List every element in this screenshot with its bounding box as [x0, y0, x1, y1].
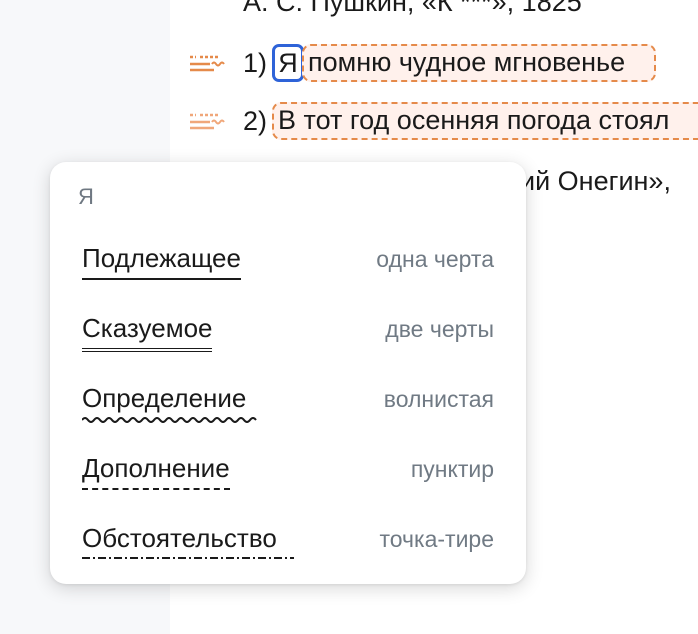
dash-dot-underline-icon — [82, 557, 294, 559]
option-label: Подлежащее — [82, 242, 241, 280]
sentence-part-popup: Я Подлежащее одна черта Сказуемое две че… — [50, 162, 526, 584]
option-hint: две черты — [385, 316, 494, 342]
poem-caption: А. С. Пушкин, «К ***», 1825 — [243, 0, 582, 17]
option-hint: одна черта — [376, 246, 494, 272]
option-label: Определение — [82, 383, 247, 413]
sentence-number: 1) — [243, 48, 268, 78]
option-object[interactable]: Дополнение пунктир — [82, 452, 494, 496]
option-predicate[interactable]: Сказуемое две черты — [82, 312, 494, 356]
option-adverbial[interactable]: Обстоятельство точка-тире — [82, 522, 494, 566]
option-hint: точка-тире — [379, 526, 494, 552]
sentence-parse-icon[interactable] — [188, 53, 228, 75]
option-label: Обстоятельство — [82, 523, 277, 553]
option-hint: пунктир — [410, 456, 494, 482]
poem-caption-second: ий Онегин», — [520, 166, 671, 196]
sentence-2-text[interactable]: В тот год осенняя погода стоял — [272, 102, 698, 140]
option-subject[interactable]: Подлежащее одна черта — [82, 242, 494, 286]
popup-title: Я — [78, 184, 94, 209]
sentence-parse-icon[interactable] — [188, 111, 228, 133]
option-attribute[interactable]: Определение волнистая — [82, 382, 494, 426]
wavy-underline-icon — [82, 417, 257, 423]
selected-word[interactable]: Я — [272, 44, 304, 82]
option-label: Сказуемое — [82, 312, 213, 352]
sentence-1-text[interactable]: помню чудное мгновенье — [302, 44, 656, 82]
option-hint: волнистая — [383, 386, 494, 412]
sentence-number: 2) — [243, 106, 268, 136]
option-label: Дополнение — [82, 452, 230, 490]
